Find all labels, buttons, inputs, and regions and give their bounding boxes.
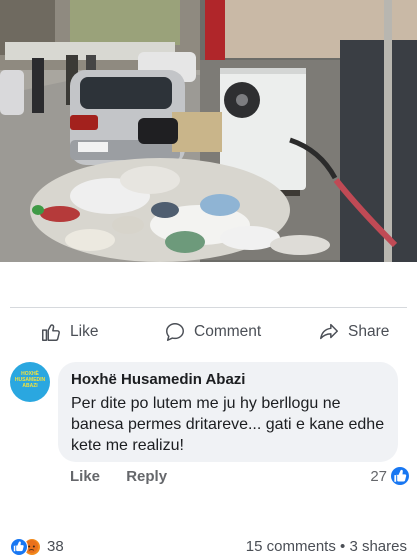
comment-like-count[interactable]: 27 [370,468,387,485]
comment-author[interactable]: Hoxhë Husamedin Abazi [71,371,245,388]
avatar-logo-text: HOXHË HUSAMEDIN ABAZI [14,371,46,389]
like-reaction-icon [10,538,28,556]
commenter-avatar[interactable]: HOXHË HUSAMEDIN ABAZI [10,362,50,402]
stats-separator: • [340,538,346,555]
reaction-icons[interactable] [10,538,44,556]
reaction-count[interactable]: 38 [47,538,64,556]
like-button[interactable]: Like [40,310,98,354]
divider [10,307,407,308]
post-photo[interactable] [0,0,417,262]
comments-shares-summary: 15 comments • 3 shares [246,538,407,556]
share-arrow-icon [320,323,338,340]
comments-count-link[interactable]: 15 comments [246,538,336,555]
share-button[interactable]: Share [318,310,389,354]
shares-count-link[interactable]: 3 shares [349,538,407,555]
thumbs-up-icon [42,324,60,341]
comment-text: Per dite po lutem me ju hy berllogu ne b… [71,395,385,454]
comment-actions: Like Reply [70,468,189,485]
comment-button[interactable]: Comment [164,310,261,354]
comment-icon [166,323,184,341]
comment-bubble: Hoxhë Husamedin Abazi Per dite po lutem … [58,362,398,462]
post-stats-row: 38 15 comments • 3 shares [0,262,417,556]
garbage-street-image [0,0,417,262]
comment-button-label: Comment [194,323,262,340]
comment-like-icon [391,467,409,485]
comment-like-link[interactable]: Like [70,468,100,485]
share-button-label: Share [348,323,390,340]
comment-reply-link[interactable]: Reply [126,468,167,485]
post-action-bar: Like Comment Share [0,310,417,354]
like-button-label: Like [70,323,99,340]
